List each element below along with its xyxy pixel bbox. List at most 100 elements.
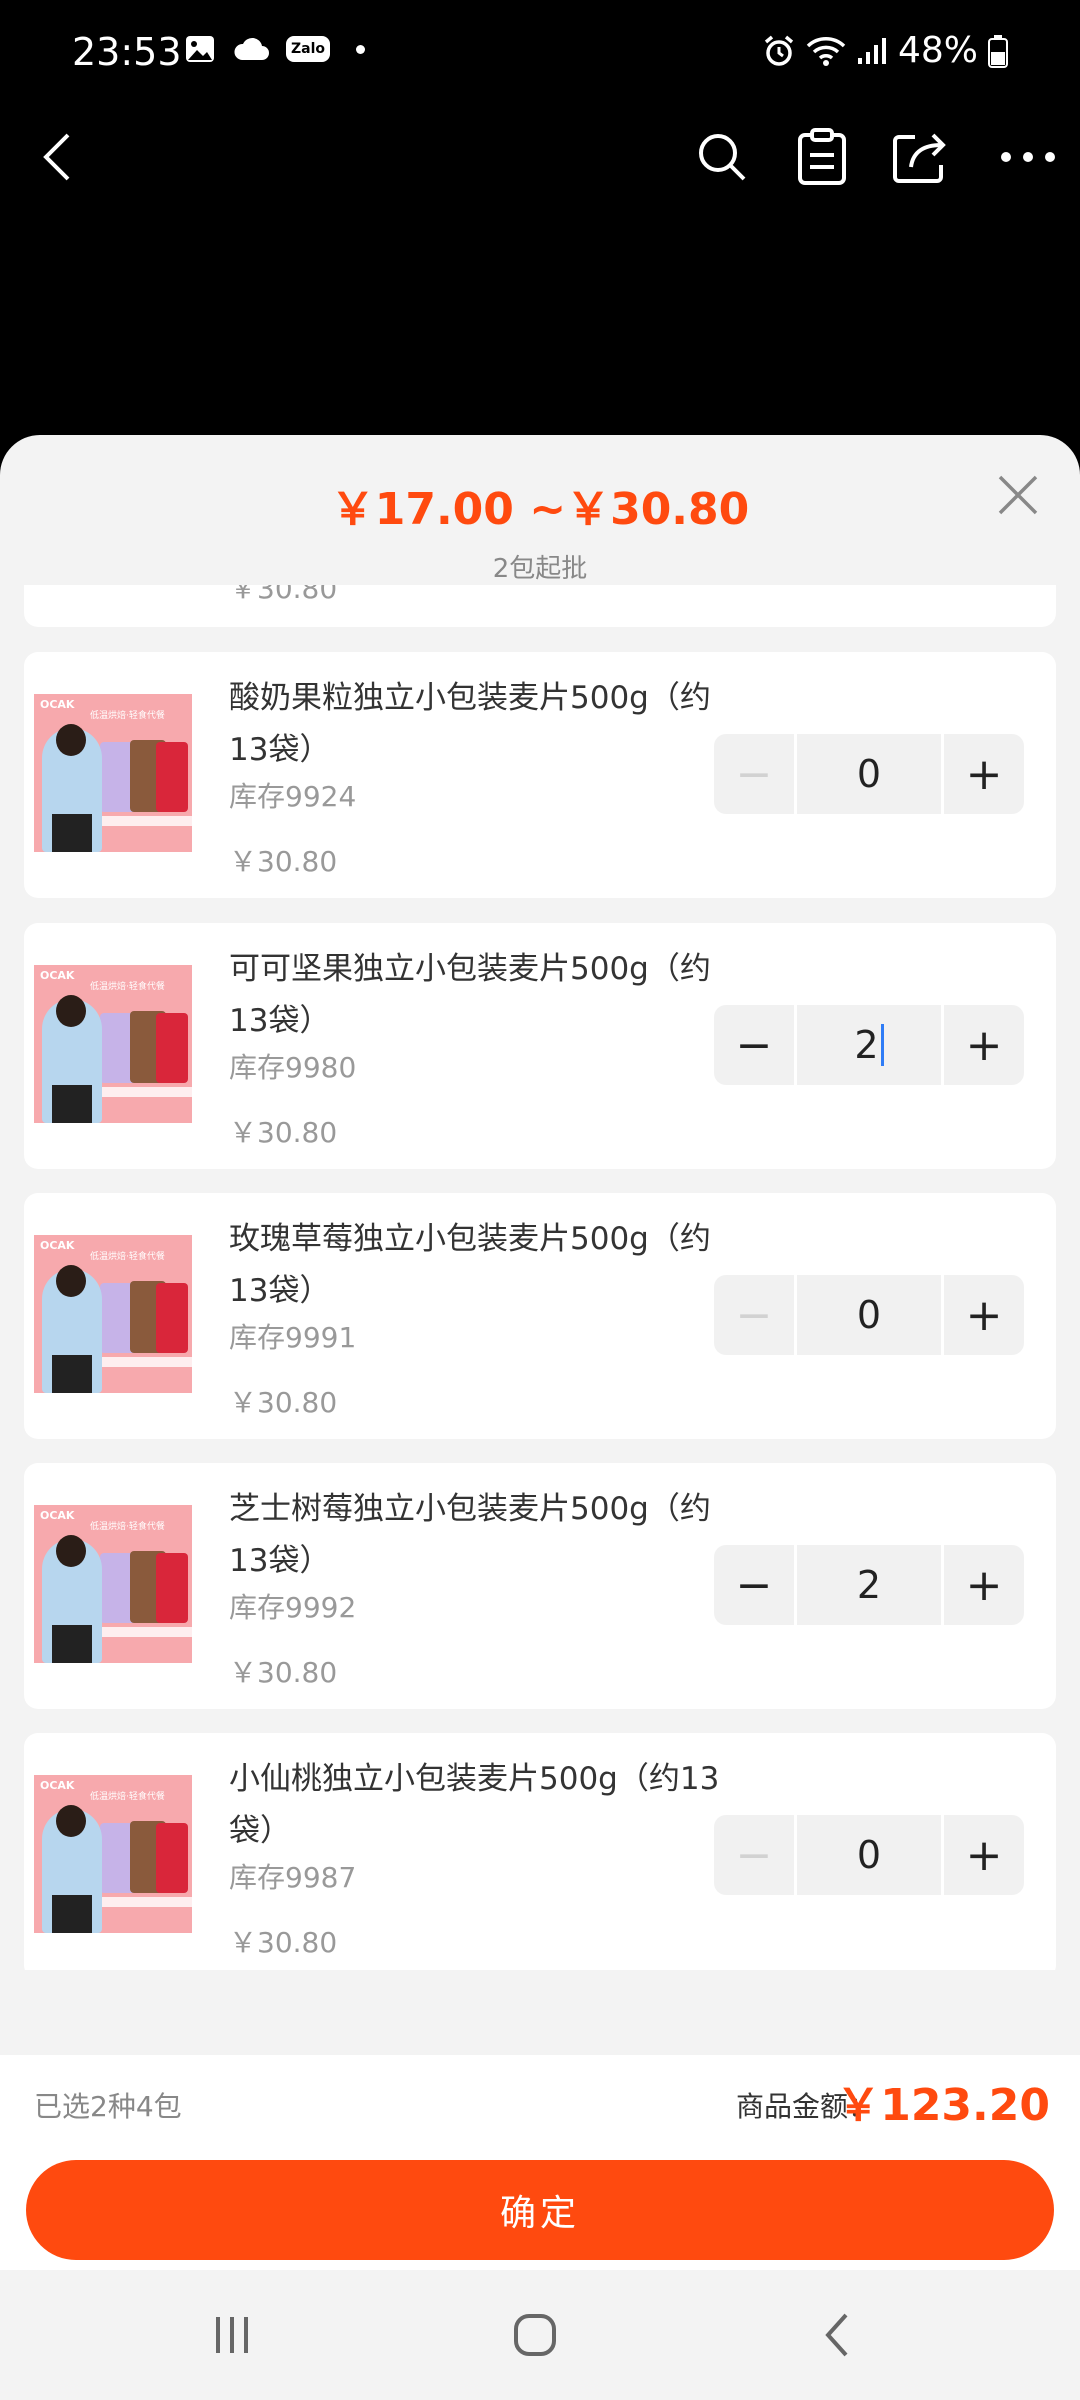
clock: 23:53 bbox=[72, 30, 182, 74]
increment-button[interactable]: + bbox=[944, 1275, 1024, 1355]
back-icon[interactable] bbox=[26, 125, 90, 189]
list-item: OCAK 低温烘焙·轻食代餐 可可坚果独立小包装麦片500g（约13袋） 库存9… bbox=[24, 923, 1056, 1169]
sku-list[interactable]: ￥30.80 OCAK 低温烘焙·轻食代餐 酸奶果粒独立小包装麦片500g（约1… bbox=[0, 585, 1080, 1970]
item-title: 小仙桃独立小包装麦片500g（约13袋） bbox=[229, 1761, 720, 1849]
product-tagline: 低温烘焙·轻食代餐 bbox=[90, 982, 165, 992]
decrement-button[interactable]: − bbox=[714, 1005, 794, 1085]
model-pants bbox=[52, 1625, 92, 1663]
product-image[interactable]: OCAK 低温烘焙·轻食代餐 bbox=[34, 965, 192, 1123]
quantity-input[interactable]: 2 bbox=[794, 1005, 944, 1085]
item-title: 玫瑰草莓独立小包装麦片500g（约13袋） bbox=[229, 1221, 711, 1309]
system-navigation-bar bbox=[0, 2270, 1080, 2400]
item-price: ￥30.80 bbox=[229, 1926, 338, 1959]
decrement-button[interactable]: − bbox=[714, 734, 794, 814]
product-tagline: 低温烘焙·轻食代餐 bbox=[90, 1252, 165, 1262]
model-head bbox=[56, 1805, 86, 1837]
item-stock: 库存9924 bbox=[229, 780, 357, 813]
quantity-value: 2 bbox=[856, 1563, 882, 1607]
list-item-partial: ￥30.80 bbox=[24, 585, 1056, 627]
product-image[interactable]: OCAK 低温烘焙·轻食代餐 bbox=[34, 1505, 192, 1663]
quantity-input[interactable]: 0 bbox=[794, 734, 944, 814]
model-pants bbox=[52, 1085, 92, 1123]
quantity-stepper: − 2 + bbox=[714, 1545, 1024, 1625]
product-image[interactable]: OCAK 低温烘焙·轻食代餐 bbox=[34, 1235, 192, 1393]
model-pants bbox=[52, 814, 92, 852]
increment-button[interactable]: + bbox=[944, 1545, 1024, 1625]
brand-logo: OCAK bbox=[40, 698, 75, 711]
increment-button[interactable]: + bbox=[944, 734, 1024, 814]
product-base bbox=[96, 1087, 192, 1097]
model-pants bbox=[52, 1895, 92, 1933]
item-price: ￥30.80 bbox=[229, 585, 338, 605]
signal-icon bbox=[857, 37, 886, 64]
quantity-input[interactable]: 0 bbox=[794, 1275, 944, 1355]
model-head bbox=[56, 1535, 86, 1567]
product-base bbox=[96, 816, 192, 826]
price-range: ￥17.00 ~￥30.80 bbox=[330, 484, 750, 535]
product-tagline: 低温烘焙·轻食代餐 bbox=[90, 1792, 165, 1802]
product-base bbox=[96, 1627, 192, 1637]
home-icon[interactable] bbox=[495, 2295, 575, 2375]
model-head bbox=[56, 995, 86, 1027]
product-base bbox=[96, 1357, 192, 1367]
quantity-input[interactable]: 2 bbox=[794, 1545, 944, 1625]
order-footer: 已选2种4包 商品金额： ￥123.20 确定 bbox=[0, 2055, 1080, 2270]
top-navigation bbox=[0, 105, 1080, 210]
quantity-value: 2 bbox=[854, 1023, 879, 1067]
brand-logo: OCAK bbox=[40, 1779, 75, 1792]
brand-logo: OCAK bbox=[40, 1509, 75, 1522]
item-stock: 库存9987 bbox=[229, 1861, 357, 1894]
share-icon[interactable] bbox=[888, 125, 952, 189]
quantity-stepper: − 0 + bbox=[714, 1815, 1024, 1895]
sku-selection-sheet: ￥17.00 ~￥30.80 2包起批 ￥30.80 OCAK 低温烘焙·轻食代… bbox=[0, 435, 1080, 2270]
model-pants bbox=[52, 1355, 92, 1393]
product-tagline: 低温烘焙·轻食代餐 bbox=[90, 1522, 165, 1532]
quantity-value: 0 bbox=[856, 1293, 882, 1337]
increment-button[interactable]: + bbox=[944, 1815, 1024, 1895]
quantity-stepper: − 0 + bbox=[714, 1275, 1024, 1355]
increment-button[interactable]: + bbox=[944, 1005, 1024, 1085]
item-stock: 库存9991 bbox=[229, 1321, 357, 1354]
item-price: ￥30.80 bbox=[229, 1656, 338, 1689]
package-red bbox=[156, 1823, 188, 1893]
notification-icons: Zalo bbox=[184, 34, 366, 64]
package-red bbox=[156, 1283, 188, 1353]
brand-logo: OCAK bbox=[40, 969, 75, 982]
brand-logo: OCAK bbox=[40, 1239, 75, 1252]
list-item: OCAK 低温烘焙·轻食代餐 酸奶果粒独立小包装麦片500g（约13袋） 库存9… bbox=[24, 652, 1056, 898]
package-red bbox=[156, 742, 188, 812]
product-image[interactable]: OCAK 低温烘焙·轻食代餐 bbox=[34, 694, 192, 852]
item-price: ￥30.80 bbox=[229, 845, 338, 878]
system-indicators: 48% bbox=[762, 30, 1008, 71]
clipboard-icon[interactable] bbox=[790, 125, 854, 189]
quantity-value: 0 bbox=[856, 1833, 882, 1877]
product-image[interactable]: OCAK 低温烘焙·轻食代餐 bbox=[34, 1775, 192, 1933]
item-price: ￥30.80 bbox=[229, 1386, 338, 1419]
quantity-input[interactable]: 0 bbox=[794, 1815, 944, 1895]
system-back-icon[interactable] bbox=[798, 2295, 878, 2375]
decrement-button[interactable]: − bbox=[714, 1815, 794, 1895]
item-price: ￥30.80 bbox=[229, 1116, 338, 1149]
alarm-icon bbox=[764, 35, 794, 66]
selected-count: 已选2种4包 bbox=[34, 2090, 182, 2123]
quantity-stepper: − 2 + bbox=[714, 1005, 1024, 1085]
close-icon[interactable] bbox=[986, 463, 1050, 527]
list-item: OCAK 低温烘焙·轻食代餐 玫瑰草莓独立小包装麦片500g（约13袋） 库存9… bbox=[24, 1193, 1056, 1439]
decrement-button[interactable]: − bbox=[714, 1275, 794, 1355]
more-icon[interactable] bbox=[996, 125, 1060, 189]
status-bar: 23:53 Zalo 48% bbox=[0, 0, 1080, 105]
model-head bbox=[56, 1265, 86, 1297]
decrement-button[interactable]: − bbox=[714, 1545, 794, 1625]
minimum-order-text: 2包起批 bbox=[492, 554, 588, 584]
cloud-icon bbox=[234, 37, 269, 60]
text-cursor bbox=[880, 1024, 884, 1066]
search-icon[interactable] bbox=[690, 125, 754, 189]
model-head bbox=[56, 724, 86, 756]
quantity-stepper: − 0 + bbox=[714, 734, 1024, 814]
confirm-button[interactable]: 确定 bbox=[26, 2160, 1054, 2260]
product-tagline: 低温烘焙·轻食代餐 bbox=[90, 711, 165, 721]
wifi-icon bbox=[806, 36, 846, 66]
gallery-icon bbox=[186, 36, 214, 62]
item-title: 酸奶果粒独立小包装麦片500g（约13袋） bbox=[229, 680, 711, 768]
recent-apps-icon[interactable] bbox=[192, 2295, 272, 2375]
